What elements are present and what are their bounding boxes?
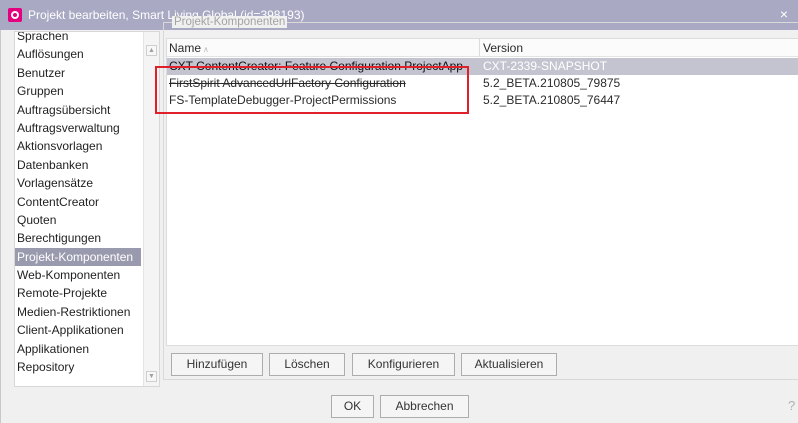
column-header-name-label: Name — [169, 41, 202, 55]
nav-item-gruppen[interactable]: Gruppen — [15, 82, 143, 100]
nav-item-datenbanken[interactable]: Datenbanken — [15, 156, 143, 174]
table-row[interactable]: CXT ContentCreator: Feature Configuratio… — [167, 58, 798, 75]
nav-item-remote-projekte[interactable]: Remote-Projekte — [15, 284, 143, 302]
nav-item-auftragsuebersicht[interactable]: Auftragsübersicht — [15, 101, 143, 119]
nav-item-sprachen[interactable]: Sprachen — [15, 32, 143, 45]
cell-version: CXT-2339-SNAPSHOT — [483, 59, 608, 73]
nav-item-auftragsverwaltung[interactable]: Auftragsverwaltung — [15, 119, 143, 137]
cell-name: FS-TemplateDebugger-ProjectPermissions — [169, 93, 397, 107]
cell-name: CXT ContentCreator: Feature Configuratio… — [169, 59, 463, 73]
nav-item-aufloesungen[interactable]: Auflösungen — [15, 45, 143, 63]
nav-item-benutzer[interactable]: Benutzer — [15, 64, 143, 82]
scroll-down-icon[interactable]: ▼ — [146, 371, 157, 382]
nav-scrollbar[interactable]: ▲ ▼ — [143, 32, 159, 386]
nav-item-projekt-komponenten[interactable]: Projekt-Komponenten — [15, 247, 141, 267]
nav-item-repository[interactable]: Repository — [15, 358, 143, 376]
nav-item-aktionsvorlagen[interactable]: Aktionsvorlagen — [15, 137, 143, 155]
sort-ascending-icon: ∧ — [203, 45, 209, 54]
table-row[interactable]: FS-TemplateDebugger-ProjectPermissions 5… — [167, 92, 798, 109]
nav-list: Sprachen Auflösungen Benutzer Gruppen Au… — [15, 32, 143, 376]
ok-button[interactable]: OK — [331, 395, 374, 418]
configure-button[interactable]: Konfigurieren — [352, 353, 455, 376]
nav-item-vorlagensaetze[interactable]: Vorlagensätze — [15, 174, 143, 192]
nav-item-contentcreator[interactable]: ContentCreator — [15, 193, 143, 211]
help-icon[interactable]: ? — [788, 398, 798, 414]
table-row[interactable]: FirstSpirit AdvancedUrlFactory Configura… — [167, 75, 798, 92]
column-header-name[interactable]: Name ∧ — [167, 39, 480, 57]
add-button[interactable]: Hinzufügen — [171, 353, 263, 376]
delete-button[interactable]: Löschen — [269, 353, 345, 376]
nav-item-client-applikationen[interactable]: Client-Applikationen — [15, 321, 143, 339]
settings-nav: Sprachen Auflösungen Benutzer Gruppen Au… — [14, 31, 160, 387]
close-button[interactable]: × — [776, 6, 792, 22]
nav-item-applikationen[interactable]: Applikationen — [15, 340, 143, 358]
refresh-button[interactable]: Aktualisieren — [461, 353, 557, 376]
app-logo-icon — [8, 8, 22, 22]
table-header: Name ∧ Version — [167, 39, 798, 57]
nav-item-quoten[interactable]: Quoten — [15, 211, 143, 229]
nav-item-berechtigungen[interactable]: Berechtigungen — [15, 229, 143, 247]
column-header-version[interactable]: Version — [481, 39, 798, 57]
cell-name: FirstSpirit AdvancedUrlFactory Configura… — [169, 76, 406, 90]
components-table: Name ∧ Version CXT ContentCreator: Featur… — [166, 38, 798, 346]
cell-version: 5.2_BETA.210805_76447 — [483, 93, 621, 107]
nav-item-web-komponenten[interactable]: Web-Komponenten — [15, 266, 143, 284]
nav-item-medien-restriktionen[interactable]: Medien-Restriktionen — [15, 303, 143, 321]
scroll-up-icon[interactable]: ▲ — [146, 45, 157, 56]
cell-version: 5.2_BETA.210805_79875 — [483, 76, 621, 90]
cancel-button[interactable]: Abbrechen — [380, 395, 469, 418]
group-title: Projekt-Komponenten — [172, 16, 288, 28]
